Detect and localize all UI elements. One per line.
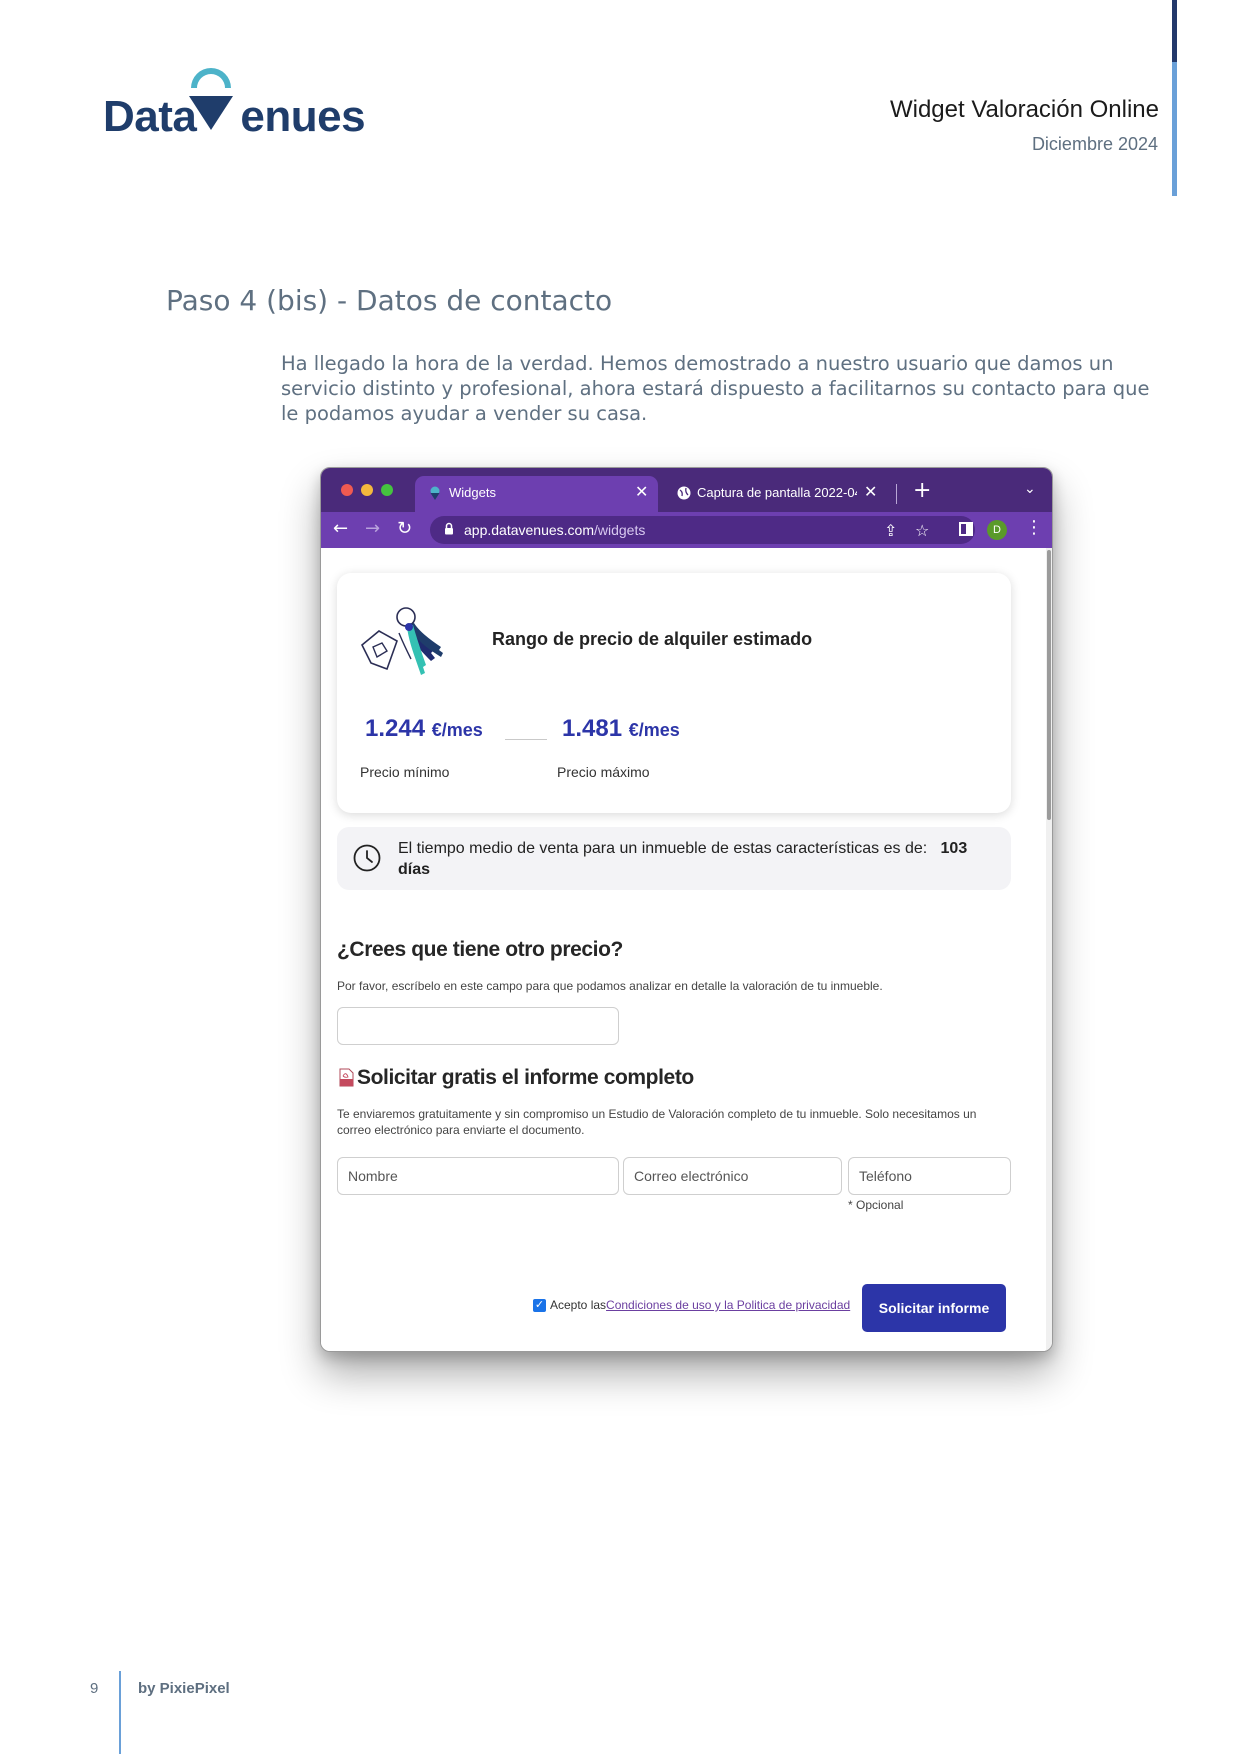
sale-time-info: El tiempo medio de venta para un inmuebl… bbox=[337, 827, 1011, 890]
share-icon[interactable]: ⇪ bbox=[884, 521, 897, 540]
price-min-value: 1.244 €/mes bbox=[365, 715, 483, 743]
price-range-divider bbox=[505, 739, 547, 740]
section-title: Paso 4 (bis) - Datos de contacto bbox=[166, 284, 613, 317]
datavenues-favicon-icon bbox=[430, 486, 440, 500]
consent-prefix: Acepto las bbox=[550, 1298, 607, 1312]
new-tab-plus-icon[interactable]: + bbox=[913, 478, 931, 503]
report-heading: Solicitar gratis el informe completo bbox=[357, 1066, 694, 1089]
globe-icon bbox=[677, 486, 691, 500]
name-field[interactable]: Nombre bbox=[337, 1157, 619, 1195]
section-intro: Ha llegado la hora de la verdad. Hemos d… bbox=[281, 352, 1150, 425]
reload-icon[interactable]: ↻ bbox=[397, 518, 412, 539]
email-field[interactable]: Correo electrónico bbox=[623, 1157, 842, 1195]
side-panel-icon[interactable] bbox=[959, 522, 973, 536]
window-close-dot[interactable] bbox=[341, 484, 353, 496]
price-max-label: Precio máximo bbox=[557, 764, 650, 780]
card-title: Rango de precio de alquiler estimado bbox=[492, 629, 813, 649]
browser-toolbar: ← → ↻ app.datavenues.com/widgets ⇪ ☆ D ⋮ bbox=[321, 512, 1052, 548]
logo-text-right: enues bbox=[240, 92, 366, 141]
other-price-help: Por favor, escríbelo en este campo para … bbox=[337, 979, 883, 993]
consent-checkbox[interactable]: ✓ bbox=[533, 1299, 546, 1312]
widget-page: Rango de precio de alquiler estimado 1.2… bbox=[321, 548, 1045, 1351]
price-min-label: Precio mínimo bbox=[360, 764, 450, 780]
star-icon[interactable]: ☆ bbox=[915, 521, 929, 540]
chevron-down-icon[interactable]: ⌄ bbox=[1024, 481, 1036, 497]
terms-privacy-link[interactable]: Condiciones de uso y la Politica de priv… bbox=[606, 1298, 850, 1312]
house-keys-icon bbox=[360, 607, 443, 675]
window-maximize-dot[interactable] bbox=[381, 484, 393, 496]
document-date: Diciembre 2024 bbox=[1031, 134, 1158, 154]
lock-icon bbox=[445, 522, 453, 535]
price-max-unit: €/mes bbox=[628, 720, 680, 740]
clock-icon bbox=[353, 844, 381, 872]
browser-tab-bar: Widgets ✕ Captura de pantalla 2022-04-2 … bbox=[321, 468, 1052, 512]
optional-note: * Opcional bbox=[848, 1198, 904, 1212]
forward-arrow-icon[interactable]: → bbox=[365, 518, 380, 539]
close-icon[interactable]: ✕ bbox=[864, 482, 877, 501]
window-minimize-dot[interactable] bbox=[361, 484, 373, 496]
consent-text: Acepto lasCondiciones de uso y la Politi… bbox=[550, 1298, 850, 1312]
document-title: Widget Valoración Online bbox=[889, 96, 1159, 123]
other-price-heading: ¿Crees que tiene otro precio? bbox=[337, 938, 623, 961]
url-host: app.datavenues.com bbox=[464, 522, 594, 538]
tab-widgets-label: Widgets bbox=[449, 485, 496, 500]
price-max-amount: 1.481 bbox=[562, 715, 623, 742]
sale-time-sentence: El tiempo medio de venta para un inmuebl… bbox=[398, 840, 928, 857]
page-number: 9 bbox=[90, 1680, 99, 1697]
other-price-input[interactable] bbox=[337, 1007, 619, 1045]
price-min-unit: €/mes bbox=[431, 720, 483, 740]
request-report-button[interactable]: Solicitar informe bbox=[862, 1284, 1006, 1332]
browser-window: Widgets ✕ Captura de pantalla 2022-04-2 … bbox=[320, 467, 1053, 1352]
datavenues-logo: Data enues bbox=[103, 56, 366, 141]
url-path: /widgets bbox=[593, 522, 646, 538]
tab-separator bbox=[896, 484, 897, 504]
back-arrow-icon[interactable]: ← bbox=[333, 518, 348, 539]
phone-field[interactable]: Teléfono bbox=[848, 1157, 1011, 1195]
url-text: app.datavenues.com/widgets bbox=[464, 522, 645, 538]
scrollbar-thumb[interactable] bbox=[1047, 550, 1051, 820]
pdf-file-icon bbox=[339, 1068, 354, 1087]
price-min-amount: 1.244 bbox=[365, 715, 426, 742]
sale-time-text: El tiempo medio de venta para un inmuebl… bbox=[398, 838, 993, 880]
tab-widgets[interactable]: Widgets ✕ bbox=[415, 476, 658, 512]
tab-screenshot[interactable]: Captura de pantalla 2022-04-2 ✕ bbox=[667, 476, 889, 512]
tab-screenshot-label: Captura de pantalla 2022-04-2 bbox=[697, 485, 857, 500]
location-pin-icon bbox=[189, 68, 233, 130]
footer-divider bbox=[119, 1671, 121, 1754]
profile-avatar[interactable]: D bbox=[987, 520, 1007, 540]
header-accent-bar-light bbox=[1172, 62, 1177, 196]
more-options-icon[interactable]: ⋮ bbox=[1025, 517, 1043, 538]
price-range-card: Rango de precio de alquiler estimado 1.2… bbox=[337, 573, 1011, 813]
footer-brand: by PixiePixel bbox=[138, 1680, 230, 1697]
price-max-value: 1.481 €/mes bbox=[562, 715, 680, 743]
address-bar[interactable]: app.datavenues.com/widgets ⇪ ☆ bbox=[430, 516, 975, 544]
header-accent-bar-dark bbox=[1172, 0, 1177, 62]
close-icon[interactable]: ✕ bbox=[635, 482, 648, 501]
report-help: Te enviaremos gratuitamente y sin compro… bbox=[337, 1107, 977, 1137]
